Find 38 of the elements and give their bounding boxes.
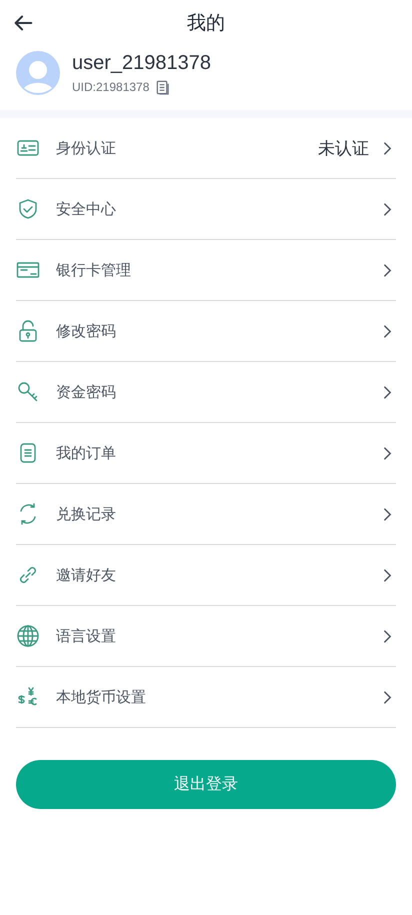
menu-label: 邀请好友 bbox=[56, 566, 117, 584]
menu-item[interactable]: 本地货币设置 bbox=[16, 667, 396, 728]
menu-label: 修改密码 bbox=[56, 322, 117, 340]
menu-label: 安全中心 bbox=[56, 200, 117, 218]
copy-icon[interactable] bbox=[155, 80, 170, 94]
chevron-right-icon bbox=[383, 202, 392, 216]
chevron-right-icon bbox=[383, 140, 392, 156]
menu-item[interactable]: 资金密码 bbox=[16, 362, 396, 423]
page-title: 我的 bbox=[187, 12, 225, 36]
menu-item[interactable]: 安全中心 bbox=[16, 179, 396, 240]
key-icon bbox=[16, 380, 40, 404]
chevron-right-icon bbox=[383, 384, 392, 400]
menu-label: 身份认证 bbox=[56, 138, 117, 158]
chevron-right-icon bbox=[383, 628, 392, 644]
chevron-right-icon bbox=[383, 324, 392, 338]
chevron-right-icon bbox=[383, 262, 392, 278]
menu-label: 本地货币设置 bbox=[56, 688, 147, 706]
avatar-icon bbox=[16, 51, 60, 95]
chevron-right-icon bbox=[383, 690, 392, 704]
menu-item[interactable]: 修改密码 bbox=[16, 301, 396, 362]
menu-item[interactable]: 语言设置 bbox=[16, 606, 396, 667]
status-text: 未认证 bbox=[318, 138, 369, 160]
menu-label: 资金密码 bbox=[56, 382, 117, 402]
menu-item[interactable]: 银行卡管理 bbox=[16, 240, 396, 301]
menu-label: 银行卡管理 bbox=[56, 260, 132, 280]
menu-item[interactable]: 兑换记录 bbox=[16, 484, 396, 545]
menu-item[interactable]: 身份认证 未认证 bbox=[16, 118, 396, 179]
menu-label: 我的订单 bbox=[56, 444, 117, 462]
chevron-right-icon bbox=[383, 506, 392, 522]
globe-icon bbox=[16, 624, 40, 648]
menu-label: 兑换记录 bbox=[56, 504, 117, 524]
menu-label: 语言设置 bbox=[56, 626, 117, 646]
menu-item[interactable]: 我的订单 bbox=[16, 423, 396, 484]
chevron-right-icon bbox=[383, 446, 392, 460]
menu-item[interactable]: 邀请好友 bbox=[16, 545, 396, 606]
username: user_21981378 bbox=[72, 52, 212, 74]
user-id: UID:21981378 bbox=[72, 80, 150, 94]
chevron-right-icon bbox=[383, 568, 392, 582]
